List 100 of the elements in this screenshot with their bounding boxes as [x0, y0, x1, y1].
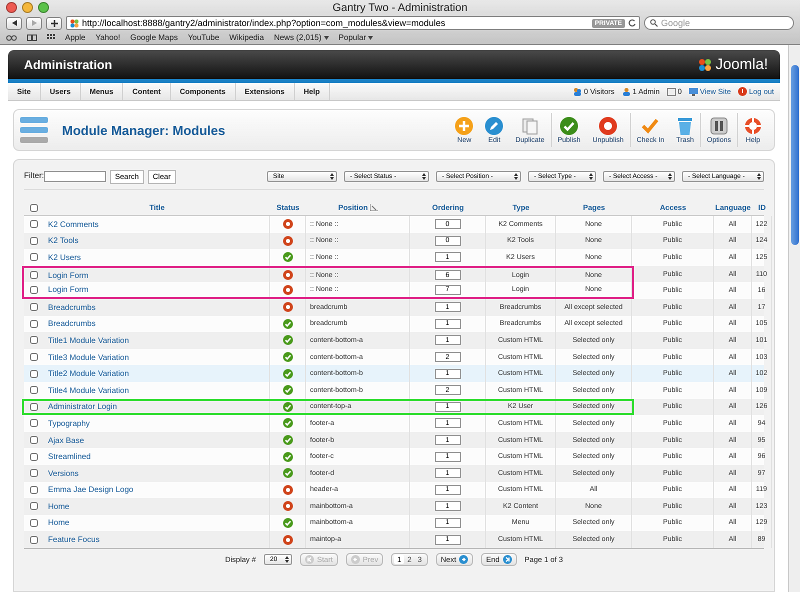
select-all-checkbox[interactable]	[30, 204, 38, 212]
row-checkbox[interactable]	[30, 370, 38, 378]
published-check-icon[interactable]	[282, 468, 292, 478]
unpublished-circle-icon[interactable]	[282, 534, 292, 545]
row-checkbox[interactable]	[30, 486, 38, 494]
module-title-link[interactable]: Login Form	[48, 270, 88, 280]
module-title-link[interactable]: Login Form	[48, 285, 88, 294]
bookmark-link[interactable]: Apple	[65, 33, 86, 42]
bookmark-link[interactable]: Google Maps	[130, 33, 178, 42]
module-title-link[interactable]: Ajax Base	[48, 436, 84, 445]
back-arrow-icon	[350, 554, 360, 564]
module-title-link[interactable]: Title4 Module Variation	[48, 386, 129, 395]
updown-icon	[284, 556, 289, 563]
module-title-link[interactable]: K2 Users	[48, 252, 81, 262]
row-checkbox[interactable]	[30, 536, 38, 544]
module-title-link[interactable]: Title1 Module Variation	[48, 336, 129, 345]
documents-icon	[520, 116, 539, 134]
plus-icon	[455, 116, 474, 134]
zoom-button[interactable]	[38, 2, 49, 13]
back-button[interactable]	[6, 16, 22, 30]
updown-icon	[668, 173, 672, 180]
row-checkbox[interactable]	[30, 386, 38, 394]
row-checkbox[interactable]	[30, 303, 38, 312]
unpublished-circle-icon[interactable]	[282, 501, 292, 512]
row-checkbox[interactable]	[30, 253, 38, 262]
unpublished-circle-icon[interactable]	[282, 236, 292, 246]
module-title-link[interactable]: Feature Focus	[48, 535, 100, 544]
published-check-icon[interactable]	[282, 385, 292, 396]
lifebuoy-icon	[744, 116, 762, 134]
plus-icon	[50, 20, 58, 26]
forward-triangle-icon	[32, 20, 36, 26]
module-title-link[interactable]: Administrator Login	[48, 402, 117, 412]
row-checkbox[interactable]	[30, 402, 38, 411]
published-check-icon[interactable]	[282, 402, 292, 412]
module-title-link[interactable]: Emma Jae Design Logo	[48, 485, 134, 494]
scrollbar-thumb[interactable]	[790, 65, 798, 245]
row-checkbox[interactable]	[30, 336, 38, 344]
published-check-icon[interactable]	[282, 368, 292, 379]
unpublished-circle-icon[interactable]	[282, 219, 292, 230]
row-checkbox[interactable]	[30, 320, 38, 328]
row-checkbox[interactable]	[30, 469, 38, 478]
module-title-link[interactable]: Home	[48, 502, 70, 511]
grid-icon[interactable]	[47, 34, 55, 41]
checkmark-icon	[641, 116, 660, 134]
published-check-icon[interactable]	[282, 335, 292, 346]
updown-icon	[422, 173, 426, 180]
module-title-link[interactable]: Versions	[48, 468, 79, 478]
row-checkbox[interactable]	[30, 353, 38, 362]
published-check-icon[interactable]	[282, 518, 292, 528]
published-check-icon[interactable]	[282, 452, 292, 462]
logo-text: Joomla!	[715, 56, 768, 73]
unpublished-circle-icon[interactable]	[282, 270, 292, 280]
bookmark-link[interactable]: Popular	[338, 33, 374, 42]
book-icon[interactable]	[27, 34, 37, 41]
reading-glasses-icon[interactable]	[6, 34, 17, 40]
row-checkbox[interactable]	[30, 419, 38, 428]
updown-icon	[589, 173, 593, 180]
row-checkbox[interactable]	[30, 271, 38, 280]
module-title-link[interactable]: Title2 Module Variation	[48, 369, 129, 378]
unpublished-circle-icon[interactable]	[282, 284, 292, 295]
message-icon	[666, 88, 676, 96]
updown-icon	[757, 173, 761, 180]
users-icon	[572, 87, 582, 96]
close-button[interactable]	[6, 2, 17, 13]
filter-input[interactable]	[44, 171, 106, 182]
bookmark-link[interactable]: Yahoo!	[95, 33, 120, 42]
bookmark-link[interactable]: News (2,015)	[274, 33, 329, 42]
module-title-link[interactable]: Breadcrumbs	[48, 319, 96, 328]
row-checkbox[interactable]	[30, 502, 38, 510]
published-check-icon[interactable]	[282, 318, 292, 329]
module-title-link[interactable]: K2 Tools	[48, 236, 79, 246]
sort-icon	[370, 204, 378, 211]
reload-icon[interactable]	[628, 19, 636, 27]
module-title-link[interactable]: Home	[48, 518, 70, 528]
unpublished-circle-icon[interactable]	[282, 302, 292, 312]
row-checkbox[interactable]	[30, 286, 38, 294]
row-checkbox[interactable]	[30, 518, 38, 527]
minimize-button[interactable]	[22, 2, 33, 13]
row-checkbox[interactable]	[30, 220, 38, 228]
window-title: Gantry Two - Administration	[332, 2, 468, 14]
add-bookmark-button[interactable]	[46, 16, 62, 30]
published-check-icon[interactable]	[282, 352, 292, 362]
row-checkbox[interactable]	[30, 236, 38, 245]
module-title-link[interactable]: Breadcrumbs	[48, 302, 96, 312]
pencil-icon	[485, 116, 504, 134]
published-check-icon[interactable]	[282, 435, 292, 446]
module-title-link[interactable]: Typography	[48, 418, 90, 428]
published-check-icon[interactable]	[282, 252, 292, 262]
unpublished-circle-icon[interactable]	[282, 484, 292, 495]
bookmark-link[interactable]: Wikipedia	[229, 33, 264, 42]
module-title-link[interactable]: Streamlined	[48, 452, 91, 462]
bookmark-link[interactable]: YouTube	[188, 33, 220, 42]
row-checkbox[interactable]	[30, 452, 38, 461]
url-text: http://localhost:8888/gantry2/administrator/index.php?option=com_modules&view=modules	[82, 18, 446, 28]
module-title-link[interactable]: Title3 Module Variation	[48, 352, 129, 362]
published-check-icon[interactable]	[282, 418, 292, 428]
row-checkbox[interactable]	[30, 436, 38, 444]
module-title-link[interactable]: K2 Comments	[48, 220, 99, 229]
caret-icon	[368, 36, 374, 40]
updown-icon	[330, 173, 334, 180]
